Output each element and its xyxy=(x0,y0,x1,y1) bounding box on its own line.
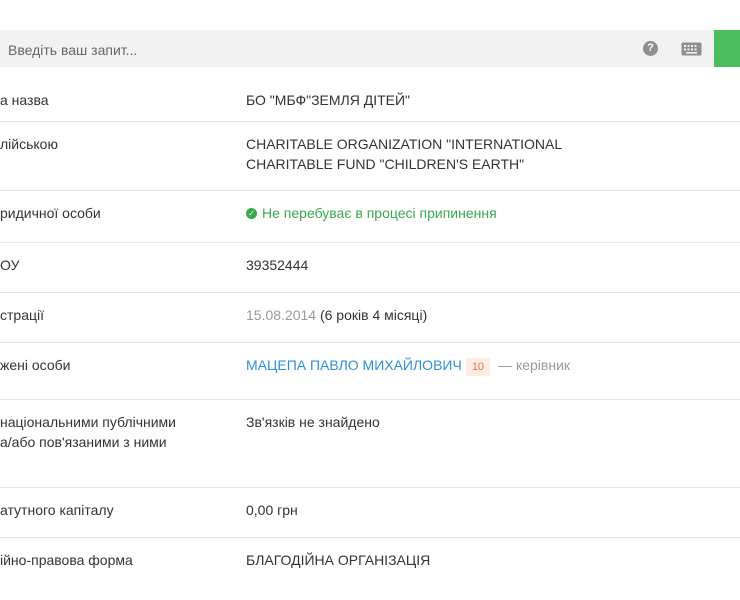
check-circle-icon: ✓ xyxy=(246,207,257,219)
detail-label: ОУ xyxy=(0,257,20,273)
keyboard-icon[interactable] xyxy=(681,42,702,56)
detail-label: атутного капіталу xyxy=(0,502,114,518)
detail-label-line-2: а/або пов'язаними з ними xyxy=(0,434,167,450)
detail-label-line-1: національними публічними xyxy=(0,414,176,430)
detail-label: національними публічними а/або пов'язаним… xyxy=(0,412,235,452)
detail-row-legal-form: ійно-правова форма БЛАГОДІЙНА ОРГАНІЗАЦІ… xyxy=(0,538,740,587)
search-bar: ? xyxy=(0,30,740,69)
detail-value: CHARITABLE ORGANIZATION "INTERNATIONAL C… xyxy=(246,136,562,172)
search-input[interactable] xyxy=(0,30,630,69)
detail-row-related-persons: жені особи МАЦЕПА ПАВЛО МИХАЙЛОВИЧ 10 — ке… xyxy=(0,343,740,400)
detail-row-registration: страції 15.08.2014 (6 років 4 місяці) xyxy=(0,293,740,343)
detail-row-english-name: лійською CHARITABLE ORGANIZATION "INTERN… xyxy=(0,122,740,191)
detail-row-edrpou: ОУ 39352444 xyxy=(0,243,740,293)
detail-value: БО "МБФ"ЗЕМЛЯ ДІТЕЙ" xyxy=(246,92,411,108)
detail-row-name: а назва БО "МБФ"ЗЕМЛЯ ДІТЕЙ" xyxy=(0,78,740,122)
status-text: Не перебуває в процесі припинення xyxy=(262,205,497,221)
detail-row-capital: атутного капіталу 0,00 грн xyxy=(0,488,740,538)
registration-duration: (6 років 4 місяці) xyxy=(319,307,428,323)
detail-value: БЛАГОДІЙНА ОРГАНІЗАЦІЯ xyxy=(246,552,431,568)
detail-label: лійською xyxy=(0,136,58,152)
company-details: а назва БО "МБФ"ЗЕМЛЯ ДІТЕЙ" лійською CH… xyxy=(0,78,740,587)
related-person-value: МАЦЕПА ПАВЛО МИХАЙЛОВИЧ 10 — керівник xyxy=(246,355,716,376)
status-value: ✓ Не перебуває в процесі припинення xyxy=(246,203,716,223)
registration-value: 15.08.2014 (6 років 4 місяці) xyxy=(246,305,716,325)
count-badge: 10 xyxy=(465,358,491,376)
person-link[interactable]: МАЦЕПА ПАВЛО МИХАЙЛОВИЧ xyxy=(246,357,462,373)
detail-value: 39352444 xyxy=(246,257,309,273)
detail-value: Зв'язків не знайдено xyxy=(246,414,380,430)
detail-label: жені особи xyxy=(0,357,71,373)
detail-value: 0,00 грн xyxy=(246,502,298,518)
detail-label: ійно-правова форма xyxy=(0,552,133,568)
search-submit-button[interactable] xyxy=(714,30,740,67)
person-role: — керівник xyxy=(498,357,571,373)
detail-row-pep-links: національними публічними а/або пов'язаним… xyxy=(0,400,740,488)
detail-label: страції xyxy=(0,307,45,323)
detail-label: а назва xyxy=(0,92,49,108)
help-icon[interactable]: ? xyxy=(643,41,658,56)
detail-label: ридичної особи xyxy=(0,205,101,221)
detail-row-status: ридичної особи ✓ Не перебуває в процесі п… xyxy=(0,191,740,243)
registration-date: 15.08.2014 xyxy=(246,307,317,323)
